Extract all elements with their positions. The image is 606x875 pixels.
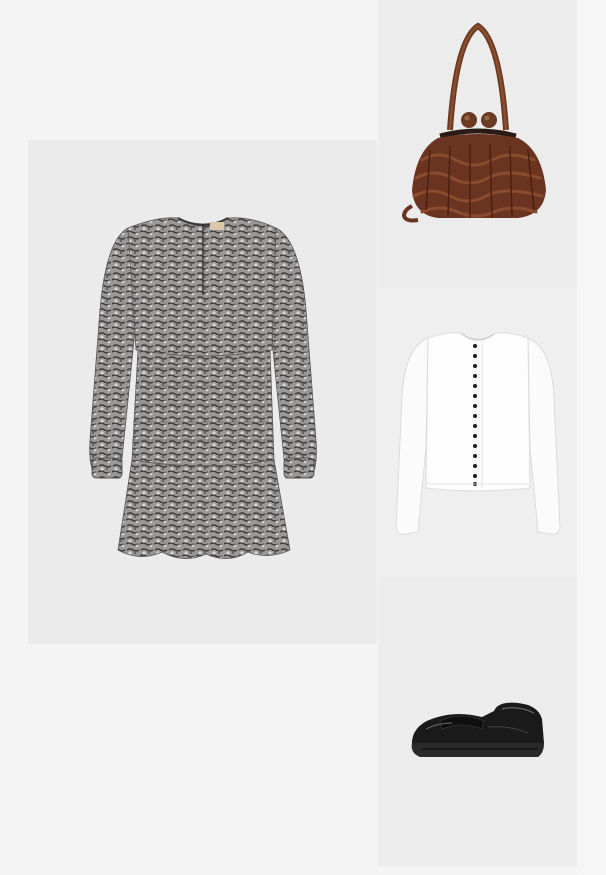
outfit-collage [0,0,606,875]
outfit-item-bag[interactable] [378,0,577,288]
outfit-item-loafer[interactable] [378,577,577,866]
snake-print-dress-image [89,217,317,559]
outfit-item-cardigan[interactable] [378,288,577,577]
page-margin [577,0,606,875]
black-penny-loafer-image [411,702,544,757]
outfit-item-dress[interactable] [28,140,377,644]
woven-brown-handbag-image [401,22,546,223]
white-button-cardigan-image [395,332,561,535]
